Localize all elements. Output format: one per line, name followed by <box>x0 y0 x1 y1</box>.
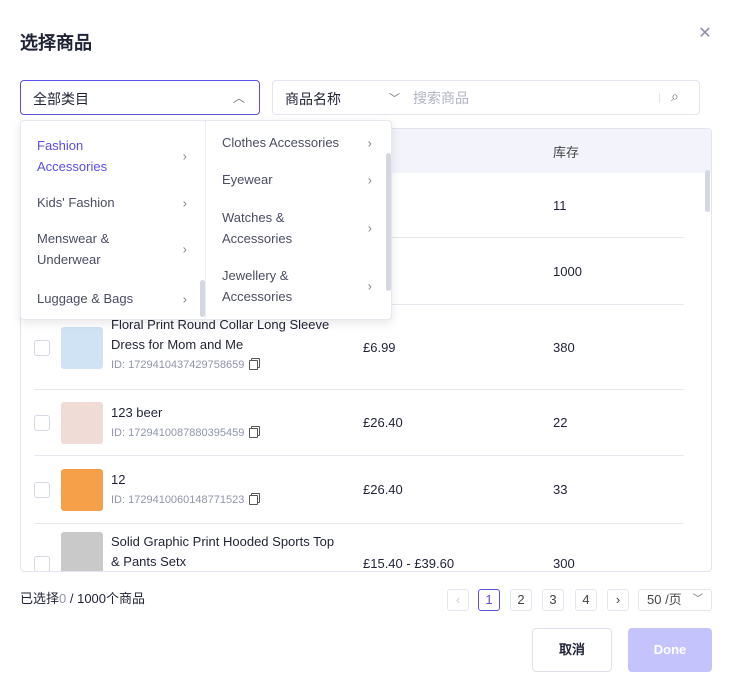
row-checkbox[interactable] <box>34 482 50 498</box>
category-dropdown: Fashion Accessories › Kids' Fashion › Menswe… <box>20 120 392 320</box>
product-price: £15.40 - £39.60 <box>363 556 455 571</box>
chevron-right-icon: › <box>367 135 372 150</box>
chevron-right-icon: › <box>182 195 187 210</box>
level1-scrollbar[interactable] <box>200 280 205 317</box>
page-size-value: 50 /页 <box>647 592 682 607</box>
chevron-up-icon: ︿ <box>232 91 245 105</box>
copy-icon[interactable] <box>249 360 259 371</box>
product-stock: 1000 <box>553 263 582 279</box>
product-id: ID: 1729410087880395459 <box>111 427 245 439</box>
page-size-select[interactable]: 50 /页 ﹀ <box>638 589 712 611</box>
divider <box>659 93 660 103</box>
product-thumbnail <box>61 326 103 369</box>
level2-scrollbar[interactable] <box>386 153 391 291</box>
product-stock: 380 <box>553 339 575 355</box>
copy-icon[interactable] <box>249 495 259 506</box>
close-icon[interactable]: ✕ <box>697 26 713 42</box>
product-price: £6.99 <box>363 339 396 355</box>
product-name: Floral Print Round Collar Long Sleeve Dr… <box>111 317 330 352</box>
category-label: Luggage & Bags <box>37 291 134 306</box>
total-label: / 1000个商品 <box>66 591 146 606</box>
copy-icon[interactable] <box>249 428 259 439</box>
chevron-right-icon: › <box>182 148 187 164</box>
product-thumbnail <box>61 469 103 511</box>
category-option[interactable]: Fashion Accessories › <box>37 135 187 177</box>
prev-page-button[interactable]: ‹ <box>447 589 469 611</box>
table-row[interactable]: Solid Graphic Print Hooded Sports Top & … <box>34 524 684 571</box>
chevron-right-icon: › <box>182 241 187 257</box>
category-value: 全部类目 <box>33 91 89 107</box>
product-name: Solid Graphic Print Hooded Sports Top & … <box>111 534 335 569</box>
category-level1: Fashion Accessories › Kids' Fashion › Menswe… <box>21 121 206 319</box>
category-option[interactable]: Clothes Accessories › <box>222 132 372 153</box>
dialog-title: 选择商品 <box>20 33 92 53</box>
chevron-down-icon[interactable]: ﹀ <box>389 90 400 106</box>
row-checkbox[interactable] <box>34 339 50 356</box>
category-option[interactable]: Kids' Fashion › <box>37 192 187 213</box>
category-level2: Clothes Accessories › Eyewear › Watches & Ac… <box>206 121 391 319</box>
product-thumbnail <box>61 402 103 444</box>
product-name: 123 beer <box>111 405 163 420</box>
search-field-select[interactable]: 商品名称 <box>285 89 341 109</box>
chevron-right-icon: › <box>182 291 187 306</box>
header-stock: 库存 <box>553 145 580 160</box>
category-label: Jewellery & Accessories <box>222 268 293 304</box>
chevron-right-icon: › <box>367 220 372 236</box>
category-option[interactable]: Watches & Accessories › <box>222 207 372 249</box>
search-icon[interactable]: ⌕ <box>671 88 679 105</box>
product-id: ID: 1729410437429758659 <box>111 359 245 371</box>
category-label: Watches & Accessories <box>222 210 293 246</box>
product-stock: 300 <box>553 556 575 571</box>
page-button[interactable]: 1 <box>478 589 500 611</box>
search-input[interactable] <box>413 86 653 110</box>
page-button[interactable]: 4 <box>575 589 597 611</box>
category-select[interactable]: 全部类目 ︿ <box>20 80 260 115</box>
category-label: Fashion Accessories <box>37 138 108 174</box>
category-label: Clothes Accessories <box>222 135 340 150</box>
product-price: £26.40 <box>363 415 403 430</box>
category-label: Kids' Fashion <box>37 195 115 210</box>
product-name: 12 <box>111 472 126 487</box>
category-label: Menswear & Underwear <box>37 231 110 267</box>
selected-label: 已选择 <box>20 591 60 606</box>
row-checkbox[interactable] <box>34 556 50 571</box>
page-button[interactable]: 2 <box>510 589 532 611</box>
category-option[interactable]: Luggage & Bags › <box>37 288 187 309</box>
product-stock: 22 <box>553 415 568 430</box>
next-page-button[interactable]: › <box>607 589 629 611</box>
product-price: £26.40 <box>363 482 403 497</box>
table-row[interactable]: 123 beer ID: 1729410087880395459 £26.40 22 <box>34 390 684 456</box>
category-option[interactable]: Eyewear › <box>222 169 372 190</box>
category-option[interactable]: Menswear & Underwear › <box>37 228 187 270</box>
product-stock: 11 <box>553 197 567 213</box>
table-row[interactable]: 12 ID: 1729410060148771523 £26.40 33 <box>34 456 684 524</box>
cancel-button[interactable]: 取消 <box>532 628 612 672</box>
product-id: ID: 1729410060148771523 <box>111 494 245 506</box>
done-button[interactable]: Done <box>628 628 712 672</box>
chevron-right-icon: › <box>367 278 372 294</box>
product-stock: 33 <box>553 482 568 497</box>
chevron-down-icon: ﹀ <box>693 594 703 605</box>
product-thumbnail <box>61 532 103 571</box>
selection-summary: 已选择0 / 1000个商品 <box>20 588 145 607</box>
table-scrollbar[interactable] <box>705 170 710 212</box>
category-label: Eyewear <box>222 172 273 187</box>
search-box: 商品名称 ﹀ ⌕ <box>272 80 700 115</box>
page-button[interactable]: 3 <box>542 589 564 611</box>
row-checkbox[interactable] <box>34 415 50 431</box>
category-option[interactable]: Jewellery & Accessories › <box>222 265 372 307</box>
chevron-right-icon: › <box>367 172 372 187</box>
